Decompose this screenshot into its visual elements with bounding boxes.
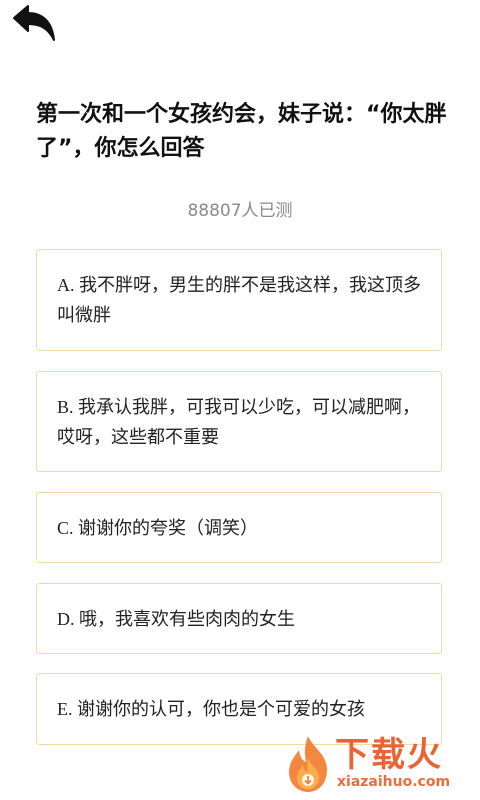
question-title: 第一次和一个女孩约会，妹子说：“你太胖了”，你怎么回答 [36,102,447,161]
back-arrow-icon [13,5,55,41]
watermark: 下载火 xiazaihuo.com [283,734,473,794]
flame-logo-icon [289,736,327,792]
option-a-label: A. 我不胖呀，男生的胖不是我这样，我这顶多叫微胖 [57,275,421,325]
option-b-label: B. 我承认我胖，可我可以少吃，可以减肥啊，哎呀，这些都不重要 [57,396,421,447]
option-a[interactable]: A. 我不胖呀，男生的胖不是我这样，我这顶多叫微胖 [36,249,442,351]
option-c-label: C. 谢谢你的夸奖（调笑） [57,517,259,538]
option-e-label: E. 谢谢你的认可，你也是个可爱的女孩 [57,699,365,719]
option-c[interactable]: C. 谢谢你的夸奖（调笑） [36,492,442,563]
watermark-domain: xiazaihuo.com [337,774,451,790]
watermark-title: 下载火 [335,735,443,775]
option-d[interactable]: D. 哦，我喜欢有些肉肉的女生 [36,583,442,654]
back-button[interactable] [10,4,58,42]
option-b[interactable]: B. 我承认我胖，可我可以少吃，可以减肥啊，哎呀，这些都不重要 [36,371,442,472]
participant-count: 88807人已测 [187,201,293,221]
option-d-label: D. 哦，我喜欢有些肉肉的女生 [57,608,295,629]
